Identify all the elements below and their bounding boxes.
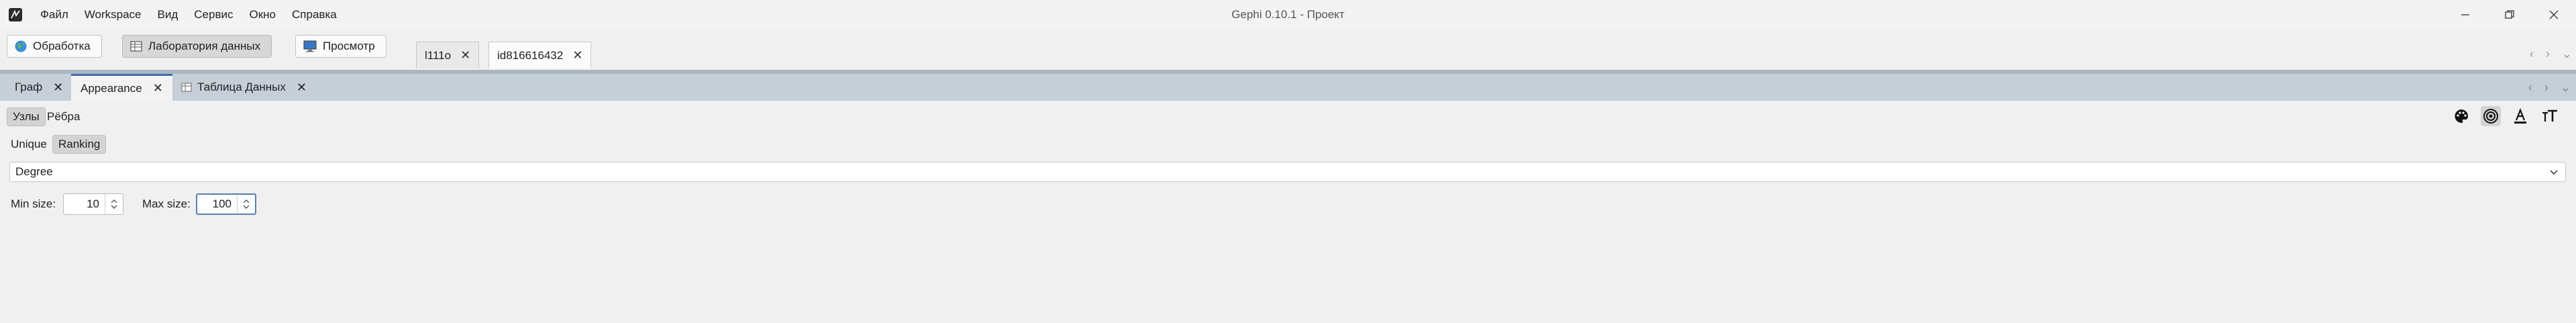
min-size-spinner[interactable]: 10: [63, 193, 123, 215]
overview-button-label: Обработка: [33, 40, 91, 52]
panel-tab-bar: Граф ✕ Appearance ✕ Таблица Данных ✕ ‹ ›…: [0, 74, 2576, 101]
menu-view[interactable]: Вид: [158, 8, 178, 21]
label-size-icon[interactable]: [2540, 106, 2560, 126]
close-tab-icon[interactable]: ✕: [53, 81, 63, 95]
main-toolbar: Обработка Лаборатория данных Просмотр l1…: [0, 30, 2576, 70]
tab-data-table-label: Таблица Данных: [197, 81, 286, 93]
menu-tools[interactable]: Сервис: [194, 8, 233, 21]
data-laboratory-button[interactable]: Лаборатория данных: [122, 35, 272, 58]
project-tab-label: l111o: [425, 48, 452, 62]
appearance-tools: [2451, 106, 2560, 126]
ranking-toggle[interactable]: Ranking: [52, 135, 107, 154]
table-icon: [130, 41, 142, 52]
title-bar: Файл Workspace Вид Сервис Окно Справка G…: [0, 0, 2576, 30]
appearance-panel: Узлы Рёбра Unique Ranking Degree Min siz…: [0, 101, 2576, 323]
window-title: Gephi 0.10.1 - Проект: [1231, 8, 1345, 21]
spinner-arrows-icon[interactable]: [237, 195, 255, 214]
chevron-left-icon[interactable]: ‹: [2528, 81, 2532, 95]
attribute-select-value: Degree: [15, 165, 53, 178]
label-color-icon[interactable]: [2510, 106, 2530, 126]
min-size-value[interactable]: 10: [64, 197, 105, 211]
attribute-select[interactable]: Degree: [9, 162, 2566, 182]
monitor-icon: [303, 40, 317, 52]
tab-appearance[interactable]: Appearance ✕: [71, 74, 172, 101]
chevron-right-icon[interactable]: ›: [2546, 47, 2550, 61]
table-icon: [181, 83, 192, 92]
close-icon[interactable]: [2532, 0, 2576, 30]
tab-appearance-label: Appearance: [81, 81, 142, 95]
close-tab-icon[interactable]: ✕: [572, 48, 582, 62]
node-size-icon[interactable]: [2481, 106, 2501, 126]
restore-icon[interactable]: [2487, 0, 2532, 30]
nodes-toggle[interactable]: Узлы: [7, 107, 46, 126]
globe-icon: [15, 40, 27, 52]
preview-button[interactable]: Просмотр: [295, 35, 387, 58]
preview-button-label: Просмотр: [323, 40, 375, 52]
chevron-left-icon[interactable]: ‹: [2530, 47, 2534, 61]
palette-icon[interactable]: [2451, 106, 2471, 126]
edges-toggle[interactable]: Рёбра: [42, 107, 85, 126]
data-laboratory-button-label: Лаборатория данных: [148, 40, 261, 52]
menu-file[interactable]: Файл: [40, 8, 68, 21]
close-tab-icon[interactable]: ✕: [153, 81, 163, 95]
project-tabs-navigation: ‹ › ⌄: [2530, 47, 2572, 61]
chevron-down-icon: [2550, 170, 2558, 175]
max-size-value[interactable]: 100: [197, 197, 237, 211]
project-tab-l111o[interactable]: l111o ✕: [416, 42, 480, 68]
tab-graph[interactable]: Граф ✕: [5, 74, 72, 101]
close-tab-icon[interactable]: ✕: [297, 81, 307, 95]
tab-graph-label: Граф: [15, 81, 43, 93]
menu-bar: Файл Workspace Вид Сервис Окно Справка: [40, 0, 353, 30]
chevron-down-icon[interactable]: ⌄: [2562, 47, 2572, 61]
close-tab-icon[interactable]: ✕: [460, 48, 470, 62]
gephi-logo-icon: [8, 7, 23, 22]
chevron-right-icon[interactable]: ›: [2544, 81, 2548, 95]
tab-data-table[interactable]: Таблица Данных ✕: [172, 74, 316, 101]
panel-tabs-navigation: ‹ › ⌄: [2528, 81, 2571, 95]
max-size-label: Max size:: [142, 197, 191, 210]
overview-button[interactable]: Обработка: [7, 35, 102, 58]
menu-window[interactable]: Окно: [250, 8, 276, 21]
menu-help[interactable]: Справка: [292, 8, 337, 21]
unique-toggle[interactable]: Unique: [5, 135, 52, 154]
min-size-label: Min size:: [11, 197, 56, 210]
spinner-arrows-icon[interactable]: [105, 194, 123, 214]
menu-workspace[interactable]: Workspace: [85, 8, 142, 21]
max-size-spinner[interactable]: 100: [196, 193, 256, 215]
project-tab-id816616432[interactable]: id816616432 ✕: [488, 42, 592, 68]
window-controls: [2443, 0, 2576, 30]
minimize-icon[interactable]: [2443, 0, 2487, 30]
chevron-down-icon[interactable]: ⌄: [2561, 81, 2571, 95]
project-tab-label: id816616432: [497, 48, 564, 62]
